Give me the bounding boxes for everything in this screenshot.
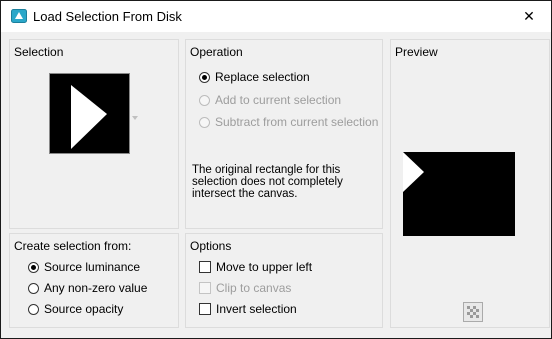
source-opacity-radio[interactable]: Source opacity <box>28 302 123 316</box>
radio-indicator[interactable] <box>28 261 39 273</box>
checkbox-box[interactable] <box>199 282 211 294</box>
radio-indicator[interactable] <box>199 71 210 83</box>
radio-indicator[interactable] <box>28 282 39 294</box>
paint-app-icon <box>11 9 27 23</box>
add-to-current-radio[interactable]: Add to current selection <box>199 93 341 107</box>
move-to-upper-left-checkbox[interactable]: Move to upper left <box>199 260 312 274</box>
intersect-warning-message: The original rectangle for this selectio… <box>192 164 343 200</box>
radio-indicator[interactable] <box>199 116 210 128</box>
subtract-from-current-label: Subtract from current selection <box>215 115 379 129</box>
close-icon: ✕ <box>523 8 535 24</box>
preview-group: Preview <box>390 39 550 328</box>
options-group-title: Options <box>190 239 232 253</box>
dialog-window: Load Selection From Disk ✕ Selection Ope… <box>0 0 552 339</box>
any-non-zero-value-label: Any non-zero value <box>44 281 148 295</box>
radio-indicator[interactable] <box>199 94 210 106</box>
dialog-body: Selection Operation Replace selection Ad… <box>1 32 551 338</box>
source-luminance-label: Source luminance <box>44 260 141 274</box>
thumbnail-dropdown-arrow-icon[interactable] <box>132 109 138 120</box>
clip-to-canvas-label: Clip to canvas <box>216 281 292 295</box>
operation-group-title: Operation <box>190 45 243 59</box>
create-selection-from-group: Create selection from: Source luminance … <box>9 233 179 328</box>
close-button[interactable]: ✕ <box>507 1 551 32</box>
preview-group-title: Preview <box>395 45 438 59</box>
replace-selection-radio[interactable]: Replace selection <box>199 70 310 84</box>
transparency-toggle-button[interactable] <box>463 302 483 322</box>
move-to-upper-left-label: Move to upper left <box>216 260 313 274</box>
options-group: Options Move to upper left Clip to canva… <box>185 233 383 328</box>
any-non-zero-value-radio[interactable]: Any non-zero value <box>28 281 147 295</box>
invert-selection-checkbox[interactable]: Invert selection <box>199 302 297 316</box>
invert-selection-label: Invert selection <box>216 302 297 316</box>
radio-indicator[interactable] <box>28 303 39 315</box>
source-opacity-label: Source opacity <box>44 302 124 316</box>
replace-selection-label: Replace selection <box>215 70 310 84</box>
window-title: Load Selection From Disk <box>33 9 182 24</box>
create-selection-from-title: Create selection from: <box>14 239 132 253</box>
add-to-current-label: Add to current selection <box>215 93 342 107</box>
selection-group-title: Selection <box>14 45 64 59</box>
checkbox-box[interactable] <box>199 261 211 273</box>
clip-to-canvas-checkbox[interactable]: Clip to canvas <box>199 281 291 295</box>
source-luminance-radio[interactable]: Source luminance <box>28 260 140 274</box>
selection-thumbnail[interactable] <box>49 73 130 154</box>
preview-canvas <box>403 152 515 236</box>
title-bar[interactable]: Load Selection From Disk ✕ <box>1 1 551 32</box>
selection-group: Selection <box>9 39 179 229</box>
operation-group: Operation Replace selection Add to curre… <box>185 39 383 229</box>
checkbox-box[interactable] <box>199 303 211 315</box>
checkerboard-icon <box>464 303 482 324</box>
subtract-from-current-radio[interactable]: Subtract from current selection <box>199 115 378 129</box>
